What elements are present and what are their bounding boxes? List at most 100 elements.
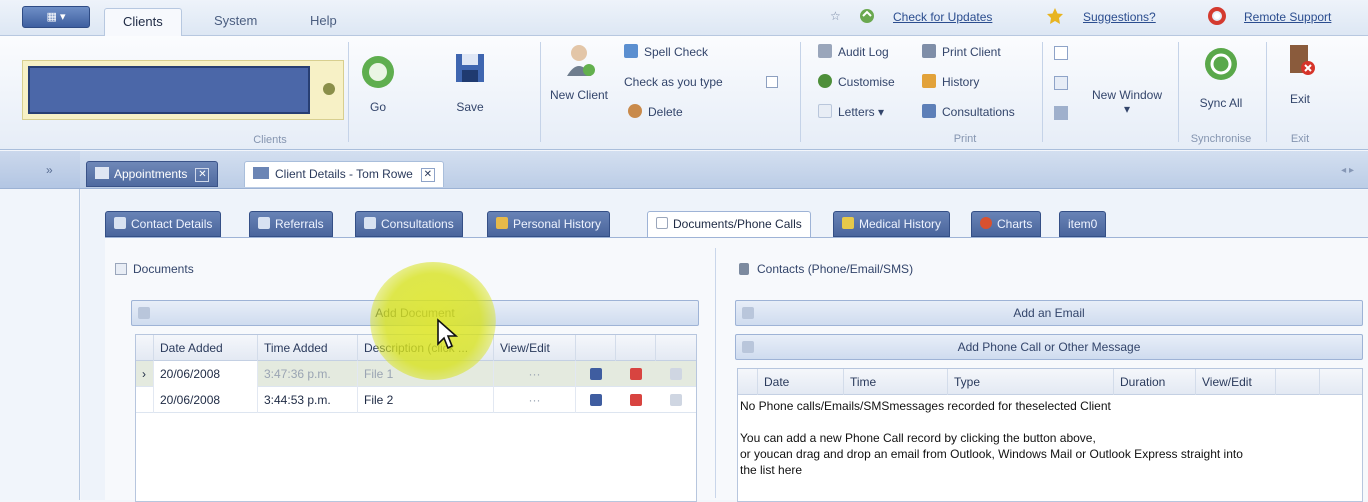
view-edit-button[interactable]: ··· <box>494 361 576 387</box>
contacts-grid-header: Date Time Type Duration View/Edit <box>738 369 1362 395</box>
add-phone-call-label: Add Phone Call or Other Message <box>957 340 1141 354</box>
add-document-button[interactable]: Add Document <box>131 300 699 326</box>
contact-icon <box>114 217 126 229</box>
tab-personal-history[interactable]: Personal History <box>487 211 611 237</box>
exit-door-icon <box>1282 42 1318 78</box>
close-icon[interactable]: ✕ <box>420 168 435 182</box>
client-search-input[interactable] <box>28 66 310 114</box>
tab-item0[interactable]: item0 <box>1059 211 1107 237</box>
ribbon-separator <box>1042 42 1043 142</box>
consultations-button[interactable]: Consultations <box>922 102 1015 122</box>
tab-scroll-arrows-icon[interactable]: ◂ ▸ <box>1341 165 1354 176</box>
page-icon[interactable] <box>1054 46 1068 60</box>
ribbon-separator <box>800 42 801 142</box>
table-row[interactable]: › 20/06/2008 3:47:36 p.m. File 1 ··· <box>136 361 696 387</box>
col-duration[interactable]: Duration <box>1114 369 1196 395</box>
col-icon-2 <box>1320 369 1362 395</box>
col-view-edit[interactable]: View/Edit <box>494 335 576 361</box>
tab-documents-phone-calls[interactable]: Documents/Phone Calls <box>647 211 811 238</box>
delete-document-icon[interactable] <box>630 394 642 406</box>
row-indicator-header <box>136 335 154 361</box>
documents-grid: Date Added Time Added Description (click… <box>135 334 697 502</box>
check-updates-link[interactable]: Check for Updates <box>893 10 992 24</box>
contacts-grid: Date Time Type Duration View/Edit No Pho… <box>737 368 1363 502</box>
no-messages-text: No Phone calls/Emails/SMSmessages record… <box>740 399 1111 413</box>
save-button[interactable]: Save <box>446 50 494 114</box>
tab-client-details[interactable]: Client Details - Tom Rowe ✕ <box>244 161 444 187</box>
col-date[interactable]: Date <box>758 369 844 395</box>
go-button[interactable]: Go <box>356 54 400 114</box>
exit-button[interactable]: Exit <box>1276 42 1324 106</box>
documents-phone-calls-panel: Documents Add Document Date Added Time A… <box>105 237 1368 502</box>
delete-document-icon[interactable] <box>630 368 642 380</box>
add-email-button[interactable]: Add an Email <box>735 300 1363 326</box>
sync-icon <box>1203 46 1239 82</box>
view-edit-button[interactable]: ··· <box>494 387 576 413</box>
mouse-cursor-icon <box>437 318 459 350</box>
sync-all-button[interactable]: Sync All <box>1188 46 1254 110</box>
audit-log-button[interactable]: Audit Log <box>818 42 889 62</box>
navigation-sidebar: » <box>0 151 80 500</box>
person-add-icon <box>561 42 597 78</box>
referral-icon <box>258 217 270 229</box>
open-document-icon[interactable] <box>590 394 602 406</box>
check-as-you-type-checkbox[interactable] <box>766 76 778 88</box>
medical-icon <box>842 217 854 229</box>
table-row[interactable]: 20/06/2008 3:44:53 p.m. File 2 ··· <box>136 387 696 413</box>
col-time[interactable]: Time <box>844 369 948 395</box>
print-client-button[interactable]: Print Client <box>922 42 1001 62</box>
delete-button[interactable]: Delete <box>628 102 683 122</box>
hint-text-line-3: the list here <box>740 463 803 477</box>
document-tab-strip: Appointments ✕ Client Details - Tom Rowe ✕… <box>80 151 1368 189</box>
exit-group-label: Exit <box>1290 133 1310 145</box>
check-as-you-type-label: Check as you type <box>624 75 723 89</box>
open-document-icon[interactable] <box>590 368 602 380</box>
customise-button[interactable]: Customise <box>818 72 895 92</box>
window-icon[interactable] <box>1054 76 1068 90</box>
client-search-container <box>22 60 344 120</box>
suggestions-link[interactable]: Suggestions? <box>1083 10 1156 24</box>
history-label: History <box>942 75 980 89</box>
print-document-icon[interactable] <box>670 394 682 406</box>
tab-charts[interactable]: Charts <box>971 211 1042 237</box>
audit-log-label: Audit Log <box>838 45 889 59</box>
star-icon <box>1046 7 1064 25</box>
col-description[interactable]: Description (click ... <box>358 335 494 361</box>
contacts-heading: Contacts (Phone/Email/SMS) <box>739 262 913 276</box>
pin-icon[interactable]: ☆ <box>830 9 841 23</box>
tab-system[interactable]: System <box>196 8 275 36</box>
col-time-added[interactable]: Time Added <box>258 335 358 361</box>
lifebuoy-icon <box>1208 7 1226 25</box>
tab-medical-history[interactable]: Medical History <box>833 211 951 237</box>
expand-sidebar-icon[interactable]: » <box>46 163 53 177</box>
print-client-label: Print Client <box>942 45 1001 59</box>
add-phone-call-button[interactable]: Add Phone Call or Other Message <box>735 334 1363 360</box>
spell-check-button[interactable]: Spell Check <box>624 42 708 62</box>
document-icon <box>115 263 127 275</box>
tab-help[interactable]: Help <box>292 8 355 36</box>
search-dropdown-icon[interactable] <box>323 83 335 95</box>
tab-appointments[interactable]: Appointments ✕ <box>86 161 219 187</box>
phone-icon <box>739 263 749 275</box>
application-menu-button[interactable]: ▦ ▾ <box>22 6 90 28</box>
col-date-added[interactable]: Date Added <box>154 335 258 361</box>
col-type[interactable]: Type <box>948 369 1114 395</box>
tab-clients[interactable]: Clients <box>104 8 182 36</box>
tab-consultations[interactable]: Consultations <box>355 211 463 237</box>
client-card-icon <box>253 167 269 179</box>
close-icon[interactable]: ✕ <box>195 168 210 182</box>
delete-person-icon <box>628 104 642 118</box>
print-document-icon[interactable] <box>670 368 682 380</box>
letters-dropdown[interactable]: Letters ▾ <box>818 102 884 122</box>
tab-contact-details[interactable]: Contact Details <box>105 211 222 237</box>
new-window-button[interactable]: New Window ▾ <box>1084 88 1170 116</box>
tile-icon[interactable] <box>1054 106 1068 120</box>
remote-support-link[interactable]: Remote Support <box>1244 10 1331 24</box>
tab-referrals[interactable]: Referrals <box>249 211 333 237</box>
col-icon-3 <box>656 335 696 361</box>
new-client-button[interactable]: New Client <box>544 42 614 102</box>
history-button[interactable]: History <box>922 72 979 92</box>
cell-date-added[interactable]: 20/06/2008 <box>154 361 258 387</box>
check-as-you-type-option: Check as you type <box>624 72 723 92</box>
col-view-edit[interactable]: View/Edit <box>1196 369 1276 395</box>
